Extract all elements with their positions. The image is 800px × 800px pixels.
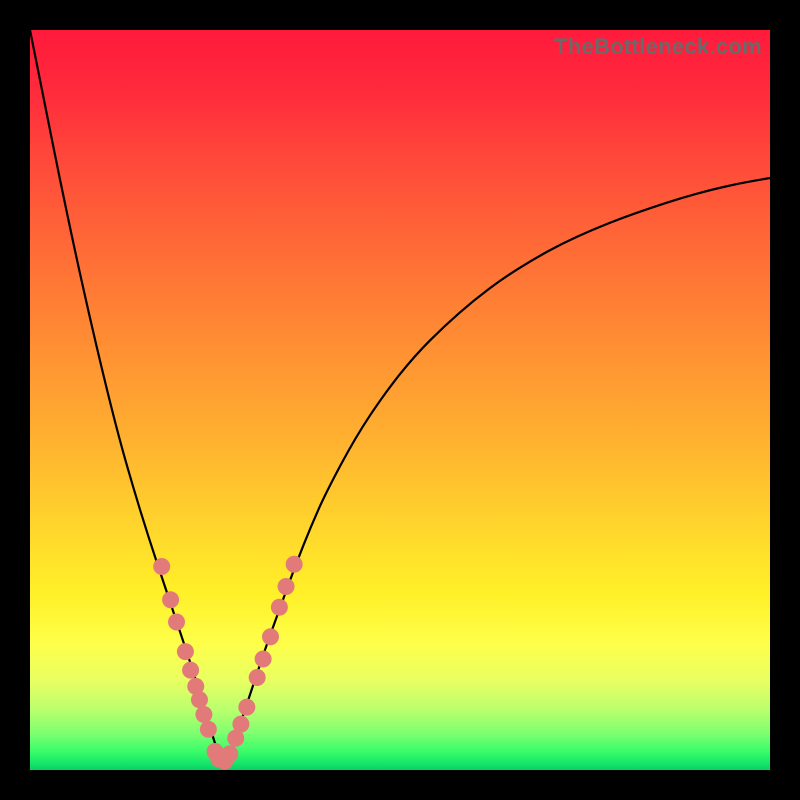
data-marker <box>153 558 170 575</box>
data-marker <box>195 706 212 723</box>
data-marker <box>162 591 179 608</box>
data-marker <box>249 669 266 686</box>
data-marker <box>271 599 288 616</box>
data-marker <box>191 691 208 708</box>
plot-area: TheBottleneck.com <box>30 30 770 770</box>
data-marker <box>278 578 295 595</box>
data-marker <box>232 716 249 733</box>
chart-svg <box>30 30 770 770</box>
data-marker <box>238 699 255 716</box>
data-marker <box>177 643 194 660</box>
bottleneck-curve <box>30 30 770 760</box>
marker-group <box>153 556 302 770</box>
data-marker <box>255 651 272 668</box>
data-marker <box>200 721 217 738</box>
data-marker <box>286 556 303 573</box>
chart-frame: TheBottleneck.com <box>0 0 800 800</box>
data-marker <box>182 662 199 679</box>
data-marker <box>168 614 185 631</box>
data-marker <box>221 745 238 762</box>
data-marker <box>262 628 279 645</box>
